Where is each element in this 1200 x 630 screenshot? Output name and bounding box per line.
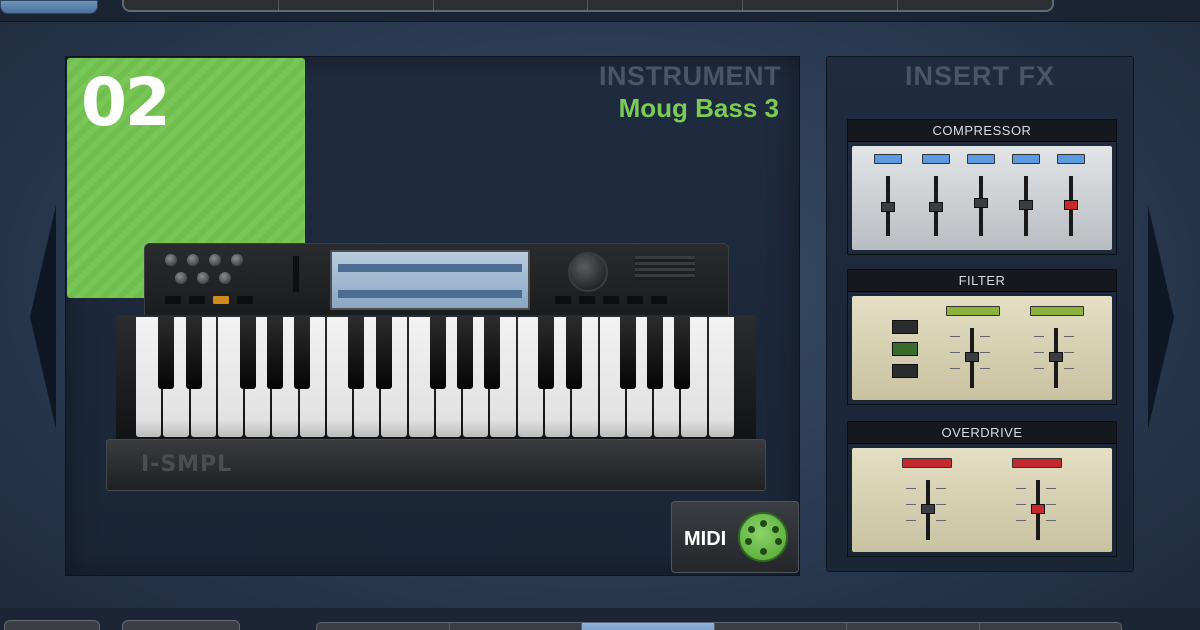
instrument-panel: 02 INSTRUMENT Moug Bass 3 I-SMPL MIDI: [65, 56, 800, 576]
next-arrow-icon[interactable]: [1148, 205, 1174, 429]
fx-unit-compressor[interactable]: COMPRESSOR: [847, 119, 1117, 255]
bottom-tab-active[interactable]: [582, 623, 715, 630]
fx-unit-name: COMPRESSOR: [848, 120, 1116, 142]
top-tab[interactable]: [279, 0, 434, 10]
fx-unit-overdrive[interactable]: OVERDRIVE: [847, 421, 1117, 557]
midi-connector-icon: [738, 512, 788, 562]
instrument-heading: INSTRUMENT: [599, 61, 781, 91]
keyboard-display: [330, 250, 530, 310]
instrument-name[interactable]: Moug Bass 3: [619, 93, 779, 124]
bottom-bar: [0, 608, 1200, 630]
keyboard-dial: [568, 252, 608, 292]
bottom-secondary-button[interactable]: [122, 620, 240, 630]
insert-fx-title: INSERT FX: [904, 61, 1055, 91]
top-tab[interactable]: [898, 0, 1052, 10]
bottom-tab-strip: [316, 622, 1122, 630]
fx-unit-filter[interactable]: FILTER: [847, 269, 1117, 405]
keyboard-knobs: [163, 254, 253, 294]
top-tab[interactable]: [434, 0, 589, 10]
top-bar: [0, 0, 1200, 22]
bottom-tab[interactable]: [714, 623, 847, 630]
filter-controls: [852, 296, 1112, 400]
fx-unit-name: FILTER: [848, 270, 1116, 292]
top-tab[interactable]: [124, 0, 279, 10]
insert-fx-panel: INSERT FX COMPRESSOR FILTER OVERDRIVE: [826, 56, 1134, 572]
keyboard-control-panel: [144, 243, 729, 319]
top-tab[interactable]: [743, 0, 899, 10]
bottom-tab[interactable]: [317, 623, 450, 630]
compressor-controls: [852, 146, 1112, 250]
fx-unit-name: OVERDRIVE: [848, 422, 1116, 444]
overdrive-controls: [852, 448, 1112, 552]
bottom-tab[interactable]: [449, 623, 582, 630]
previous-arrow-icon[interactable]: [30, 205, 56, 429]
midi-label: MIDI: [684, 528, 727, 550]
bottom-left-button[interactable]: [4, 620, 100, 630]
bottom-tab[interactable]: [979, 623, 1121, 630]
keyboard-image[interactable]: I-SMPL: [106, 243, 766, 491]
top-left-button[interactable]: [0, 0, 98, 14]
top-tab[interactable]: [588, 0, 744, 10]
keyboard-brand: I-SMPL: [141, 452, 233, 477]
bottom-tab[interactable]: [847, 623, 980, 630]
keyboard-slider: [293, 256, 299, 292]
keyboard-base: I-SMPL: [106, 439, 766, 491]
top-tab-strip: [122, 0, 1054, 12]
midi-button[interactable]: MIDI: [671, 501, 799, 573]
slot-number: 02: [81, 64, 171, 141]
keyboard-grill: [635, 256, 695, 280]
